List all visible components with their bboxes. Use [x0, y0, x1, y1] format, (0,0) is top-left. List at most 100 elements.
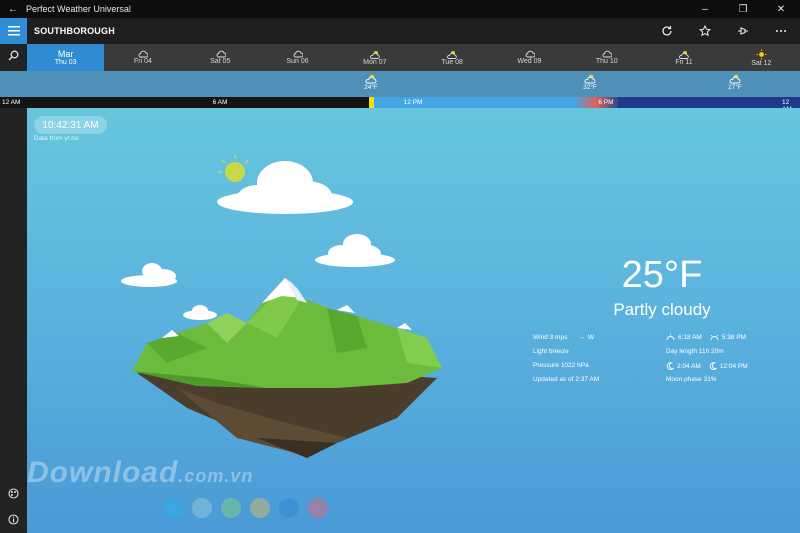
sun-cloud-icon — [365, 74, 377, 84]
close-button[interactable]: ✕ — [762, 4, 800, 15]
window-title: Perfect Weather Universal — [26, 4, 131, 14]
refresh-button[interactable] — [648, 18, 686, 44]
day-tab[interactable]: Fri 11 — [645, 44, 722, 71]
title-bar: ← Perfect Weather Universal – ❐ ✕ — [0, 0, 800, 18]
cloud-icon — [139, 50, 149, 58]
more-button[interactable] — [762, 18, 800, 44]
day-date: Sat 05 — [210, 58, 231, 65]
back-arrow-icon[interactable]: ← — [0, 4, 26, 15]
watermark-main: Download — [27, 456, 179, 489]
timeline-evening-segment — [618, 97, 800, 108]
cloud-icon — [216, 50, 226, 58]
hourly-item[interactable]: 27°F — [728, 73, 742, 91]
moon-phase: Moon phase 31% — [666, 376, 717, 383]
moonset-icon — [709, 362, 717, 370]
pin-icon — [738, 27, 748, 35]
wind-speed: Wind 3 mps — [533, 334, 568, 341]
day-date: Thu 10 — [595, 58, 618, 65]
day-tab[interactable]: Thu 10 — [568, 44, 645, 71]
info-button[interactable] — [0, 508, 27, 530]
pressure-info: Pressure 1022 hPa — [533, 362, 589, 369]
day-tab[interactable]: Sun 06 — [259, 44, 336, 71]
city-name: SOUTHBOROUGH — [34, 26, 115, 36]
watermark-suffix: .com.vn — [178, 466, 254, 486]
location-header: SOUTHBOROUGH — [27, 18, 800, 44]
search-icon — [8, 50, 19, 60]
timeline-label: 12 AM — [2, 99, 21, 106]
current-condition: Partly cloudy — [613, 300, 711, 319]
sunrise-time: 6:18 AM — [678, 334, 702, 341]
day-timeline: 12 AM 6 AM 12 PM 6 PM 12 AM — [0, 97, 800, 113]
hourly-temp: 27°F — [728, 84, 742, 91]
day-date: Thu 03 — [54, 59, 77, 66]
data-source: Data from yr.no — [34, 135, 79, 142]
pin-button[interactable] — [724, 18, 762, 44]
moonset-time: 12:04 PM — [719, 362, 748, 370]
timeline-night-segment — [0, 97, 369, 108]
theme-color-dot[interactable] — [192, 498, 212, 518]
day-date: Fri 11 — [675, 58, 693, 66]
sunrise-icon — [666, 334, 675, 341]
sun-icon — [218, 155, 249, 182]
refresh-icon — [662, 26, 672, 36]
day-date: Sat 12 — [751, 59, 772, 67]
day-tab-thu-03[interactable]: Mar Thu 03 — [27, 44, 105, 71]
theme-color-dot[interactable] — [250, 498, 270, 518]
more-icon — [776, 30, 786, 32]
sun-times: 6:18 AM 5:38 PM — [666, 334, 746, 341]
day-tab[interactable]: Sat 05 — [182, 44, 259, 71]
moon-times: 2:04 AM 12:04 PM — [666, 362, 748, 370]
day-tab[interactable]: Fri 04 — [104, 44, 181, 71]
moonrise-icon — [666, 362, 674, 370]
hourly-item[interactable]: 24°F — [364, 73, 378, 91]
restore-button[interactable]: ❐ — [724, 4, 762, 15]
hourly-item[interactable]: 32°F — [583, 73, 597, 91]
timeline-label: 6 AM — [212, 99, 228, 106]
updated-info: Updated as of 2:37 AM — [533, 376, 600, 383]
sun-cloud-icon — [679, 50, 689, 59]
theme-button[interactable] — [0, 482, 27, 504]
sun-cloud-icon — [447, 50, 457, 59]
day-tab[interactable]: Sat 12 — [723, 44, 800, 71]
sun-icon — [756, 49, 767, 59]
hourly-forecast-strip: 24°F 32°F 27°F — [0, 71, 800, 97]
day-month: Mar — [57, 49, 74, 59]
arrow-right-icon: → — [578, 334, 585, 341]
wind-info: Wind 3 mps → W — [533, 334, 594, 341]
palette-icon — [8, 487, 19, 499]
theme-color-dot[interactable] — [279, 498, 299, 518]
floating-island — [132, 278, 442, 458]
wind-description: Light breeze — [533, 348, 569, 355]
current-time: 10:42:31 AM — [34, 116, 107, 134]
day-date: Sun 06 — [286, 58, 309, 65]
day-tab[interactable]: Tue 08 — [413, 44, 490, 71]
favorite-button[interactable] — [686, 18, 724, 44]
timeline-label: 12 PM — [403, 99, 423, 106]
theme-color-dot[interactable] — [308, 498, 328, 518]
hamburger-menu-button[interactable] — [0, 18, 27, 44]
main-weather-panel: 10:42:31 AM Data from yr.no 25°F Partly … — [27, 108, 800, 533]
hourly-temp: 32°F — [583, 84, 597, 91]
day-tab[interactable]: Mon 07 — [336, 44, 413, 71]
cloud-icon — [525, 50, 535, 58]
moonrise-time: 2:04 AM — [677, 362, 701, 370]
day-tab[interactable]: Wed 09 — [491, 44, 568, 71]
sunset-icon — [710, 334, 719, 341]
sun-cloud-icon — [729, 74, 741, 84]
theme-color-dot[interactable] — [163, 498, 183, 518]
minimize-button[interactable]: – — [686, 4, 724, 15]
timeline-label: 6 PM — [598, 99, 614, 106]
day-date: Fri 04 — [133, 58, 152, 65]
wind-direction: W — [587, 334, 594, 341]
day-date: Mon 07 — [363, 58, 387, 66]
star-icon — [699, 25, 711, 37]
hamburger-icon — [7, 26, 20, 36]
sun-cloud-icon — [584, 74, 596, 84]
cloud-icon — [293, 50, 304, 58]
search-button[interactable] — [0, 44, 27, 66]
theme-color-dot[interactable] — [221, 498, 241, 518]
day-date: Wed 09 — [517, 58, 542, 65]
info-icon — [8, 513, 19, 525]
cloud-icon — [183, 305, 217, 320]
hourly-temp: 24°F — [364, 84, 378, 91]
